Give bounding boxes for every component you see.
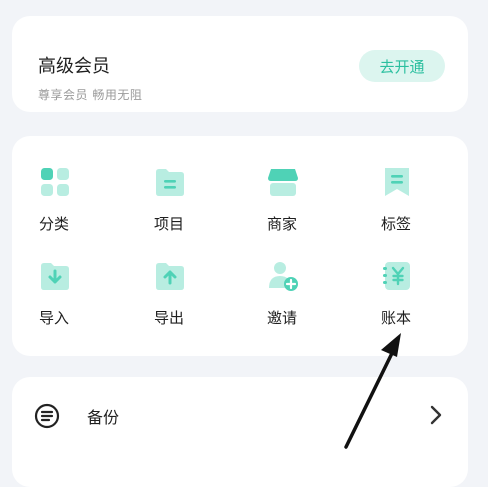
grid-item-invite[interactable]: 邀请 [242,260,322,340]
vip-subtitle: 尊享会员 畅用无阻 [38,88,143,102]
grid-item-label: 导入 [38,309,69,327]
grid-item-label: 标签 [380,215,411,233]
feature-grid: 分类 项目 商家 标签 导入 导出 邀请 账本 [12,136,468,356]
grid-item-label: 账本 [380,309,411,327]
import-icon [41,263,69,290]
chevron-right-icon[interactable] [429,404,443,426]
activate-vip-button[interactable]: 去开通 [359,50,445,82]
grid-item-category[interactable]: 分类 [14,166,94,246]
backup-label: 备份 [87,408,120,427]
grid-item-export[interactable]: 导出 [129,260,209,340]
ledger-icon [383,262,410,290]
backup-menu-icon [34,403,60,429]
grid-item-label: 导出 [153,309,184,327]
store-icon [268,169,298,196]
grid-item-tag[interactable]: 标签 [356,166,436,246]
grid-item-label: 分类 [38,215,69,233]
vip-title: 高级会员 [38,56,110,77]
category-icon [41,168,69,196]
vip-card[interactable]: 高级会员 尊享会员 畅用无阻 去开通 [12,16,468,112]
tag-icon [385,168,409,196]
grid-item-merchant[interactable]: 商家 [242,166,322,246]
grid-item-label: 邀请 [266,309,297,327]
export-icon [156,263,184,290]
folder-icon [156,169,184,196]
grid-item-ledger[interactable]: 账本 [356,260,436,340]
grid-item-import[interactable]: 导入 [14,260,94,340]
grid-item-label: 商家 [266,215,297,233]
grid-item-label: 项目 [153,215,184,233]
grid-item-project[interactable]: 项目 [129,166,209,246]
invite-user-icon [269,262,298,291]
